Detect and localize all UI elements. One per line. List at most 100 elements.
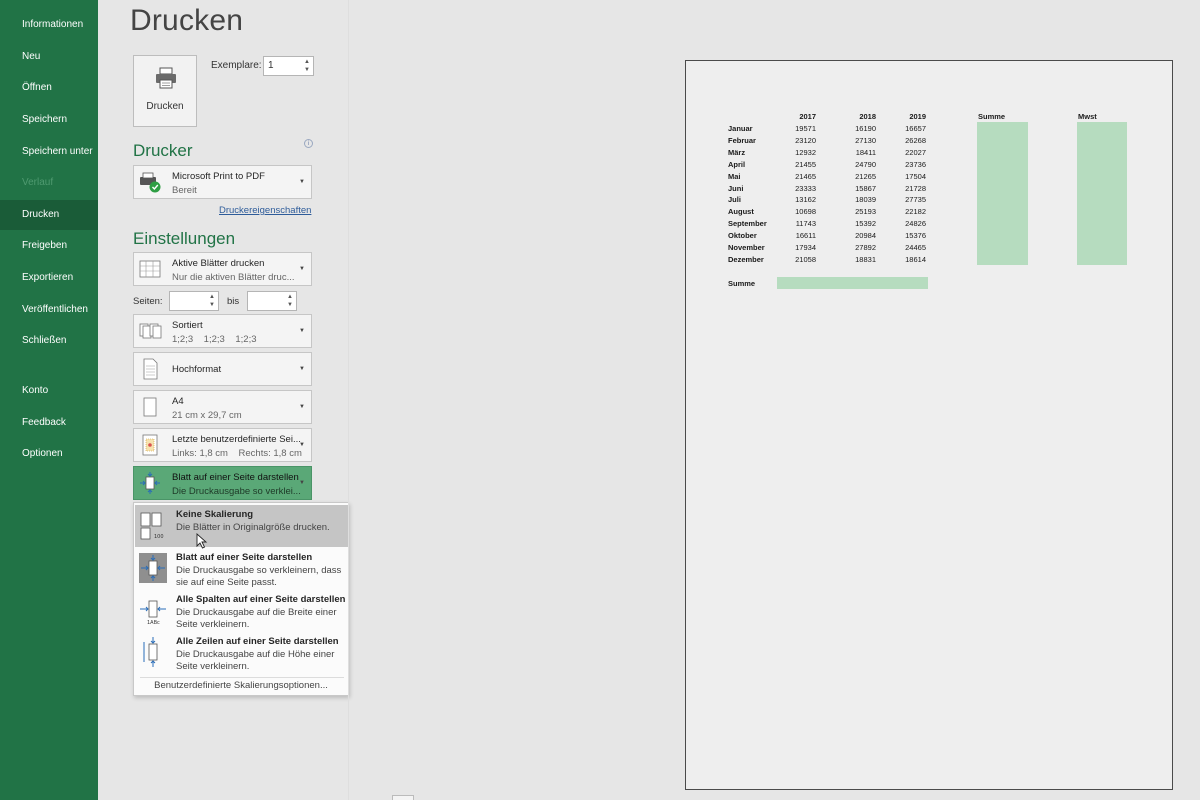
printer-properties-link[interactable]: Druckereigenschaften (219, 205, 311, 216)
scaling-option-fit-columns[interactable]: 1ABc Alle Spalten auf einer Seite darste… (135, 590, 348, 632)
value-cell: 25193 (855, 207, 876, 217)
value-cell: 27892 (855, 243, 876, 252)
month-label: September (728, 219, 767, 229)
scaling-dropdown[interactable]: Blatt auf einer Seite darstellen Die Dru… (133, 466, 312, 500)
pages-from-up-icon[interactable]: ▲ (208, 293, 216, 301)
pages-to-label: bis (227, 296, 240, 307)
orientation-dropdown[interactable]: Hochformat ▼ (133, 352, 312, 386)
scaling-option-desc: Die Druckausgabe auf die Höhe einer Seit… (176, 649, 335, 672)
nav-freigeben[interactable]: Freigeben (0, 231, 98, 261)
printer-dropdown[interactable]: Microsoft Print to PDF Bereit ▼ (133, 165, 312, 199)
mwst-column-fill (1077, 122, 1127, 265)
svg-text:100: 100 (154, 534, 164, 540)
nav-drucken[interactable]: Drucken (0, 200, 98, 230)
scaling-option-title: Alle Spalten auf einer Seite darstellen (176, 594, 346, 605)
pages-from-down-icon[interactable]: ▼ (208, 301, 216, 309)
sum-row-fill (777, 277, 928, 289)
value-cell: 10698 (795, 207, 816, 217)
value-cell: 24826 (905, 219, 926, 229)
value-cell: 21465 (795, 171, 816, 181)
paper-size-dropdown[interactable]: A4 21 cm x 29,7 cm ▼ (133, 390, 312, 424)
printer-section-title: Drucker (133, 141, 193, 160)
chevron-down-icon: ▼ (299, 442, 305, 448)
nav-verlauf: Verlauf (22, 177, 54, 188)
nav-feedback[interactable]: Feedback (0, 408, 98, 438)
fit-rows-icon (143, 637, 158, 667)
margins-dropdown[interactable]: Letzte benutzerdefinierte Sei... Links: … (133, 428, 312, 462)
sum-column-header: Summe (978, 112, 1006, 121)
nav-neu[interactable]: Neu (0, 42, 98, 72)
pages-label: Seiten: (133, 296, 163, 307)
scaling-option-fit-sheet[interactable]: Blatt auf einer Seite darstellen Die Dru… (135, 548, 348, 590)
sum-column-fill (977, 122, 1028, 265)
nav-oeffnen[interactable]: Öffnen (0, 73, 98, 103)
print-button[interactable]: Drucken (133, 55, 197, 127)
no-scaling-icon: 100 (140, 512, 164, 540)
year-header: 2019 (909, 112, 926, 121)
scaling-menu: 100 Keine Skalierung Die Blätter in Orig… (133, 502, 349, 696)
nav-informationen[interactable]: Informationen (0, 10, 98, 40)
month-label: August (728, 207, 754, 217)
page-navigator[interactable] (392, 795, 414, 800)
chevron-down-icon: ▼ (299, 179, 305, 185)
print-what-dropdown[interactable]: Aktive Blätter drucken Nur die aktiven B… (133, 252, 312, 286)
scaling-option-fit-rows[interactable]: Alle Zeilen auf einer Seite darstellen D… (135, 632, 348, 674)
nav-optionen[interactable]: Optionen (0, 439, 98, 469)
value-cell: 21455 (795, 159, 816, 169)
nav-konto[interactable]: Konto (0, 376, 98, 406)
value-cell: 27735 (905, 195, 926, 205)
pages-to-up-icon[interactable]: ▲ (286, 293, 294, 301)
value-cell: 13162 (795, 195, 816, 205)
nav-speichern[interactable]: Speichern (0, 105, 98, 135)
copies-down-icon[interactable]: ▼ (303, 66, 311, 74)
collate-dropdown[interactable]: Sortiert 1;2;3 1;2;3 1;2;3 ▼ (133, 314, 312, 348)
print-what-subtitle: Nur die aktiven Blätter druc... (172, 272, 295, 283)
copies-up-icon[interactable]: ▲ (303, 58, 311, 66)
mouse-cursor-icon (196, 533, 208, 549)
scaling-title: Blatt auf einer Seite darstellen (172, 472, 299, 483)
nav-schliessen[interactable]: Schließen (0, 326, 98, 356)
value-cell: 17934 (795, 243, 816, 252)
value-cell: 12932 (795, 147, 816, 157)
pages-from-input[interactable]: ▲ ▼ (169, 291, 219, 311)
scaling-option-no-scaling[interactable]: 100 Keine Skalierung Die Blätter in Orig… (135, 505, 348, 547)
month-label: Dezember (728, 254, 764, 264)
copies-stepper[interactable]: 1 ▲ ▼ (263, 56, 314, 76)
copies-label: Exemplare: (211, 60, 262, 71)
nav-exportieren[interactable]: Exportieren (0, 263, 98, 293)
portrait-page-icon (143, 358, 158, 380)
scaling-option-desc: Die Blätter in Originalgröße drucken. (176, 522, 330, 533)
value-cell: 22182 (905, 207, 926, 217)
value-cell: 26268 (905, 135, 926, 145)
value-cell: 15392 (855, 219, 876, 229)
panel-divider (348, 0, 349, 800)
value-cell: 21728 (905, 183, 926, 193)
info-icon[interactable]: i (304, 139, 313, 148)
pages-to-input[interactable]: ▲ ▼ (247, 291, 297, 311)
margins-subtitle: Links: 1,8 cm Rechts: 1,8 cm (172, 448, 302, 459)
printer-status: Bereit (172, 185, 197, 196)
scaling-option-desc: Die Druckausgabe so verkleinern, dass si… (176, 565, 342, 588)
chevron-down-icon: ▼ (299, 366, 305, 372)
value-cell: 15867 (855, 183, 876, 193)
fit-columns-icon: 1ABc (140, 600, 166, 626)
nav-veroeffentlichen[interactable]: Veröffentlichen (0, 295, 98, 325)
sum-row-label: Summe (728, 279, 756, 288)
value-cell: 15376 (905, 231, 926, 241)
print-preview-page: 2017 2018 2019 Summe Mwst Januar 19571 161… (685, 60, 1173, 790)
custom-scaling-options[interactable]: Benutzerdefinierte Skalierungsoptionen..… (134, 680, 348, 691)
margins-title: Letzte benutzerdefinierte Sei... (172, 434, 301, 445)
value-cell: 27130 (855, 135, 876, 145)
chevron-down-icon: ▼ (299, 404, 305, 410)
value-cell: 18831 (855, 254, 876, 264)
copies-value: 1 (268, 60, 274, 71)
pages-to-down-icon[interactable]: ▼ (286, 301, 294, 309)
value-cell: 18411 (855, 147, 876, 157)
month-label: Oktober (728, 231, 757, 241)
paper-size-title: A4 (172, 396, 184, 407)
mwst-column-header: Mwst (1078, 112, 1097, 121)
nav-speichern-unter[interactable]: Speichern unter (0, 137, 98, 167)
value-cell: 21265 (855, 171, 876, 181)
year-header: 2018 (859, 112, 876, 121)
value-cell: 16190 (855, 124, 876, 133)
